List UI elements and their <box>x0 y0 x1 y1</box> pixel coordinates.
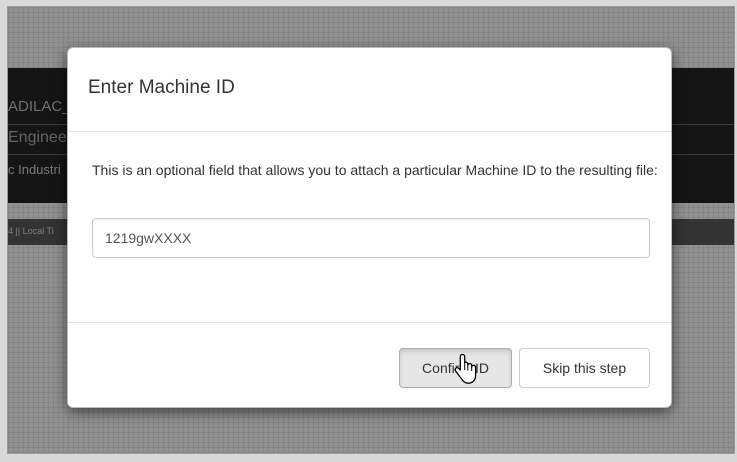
dialog-body: This is an optional field that allows yo… <box>68 132 671 322</box>
dialog-title: Enter Machine ID <box>88 77 235 98</box>
confirm-id-button[interactable]: Confirm ID <box>399 348 512 388</box>
dialog-description: This is an optional field that allows yo… <box>92 162 658 178</box>
enter-machine-id-dialog: Enter Machine ID This is an optional fie… <box>67 47 672 408</box>
dialog-footer: Confirm ID Skip this step <box>68 322 671 407</box>
dialog-header: Enter Machine ID <box>68 48 671 132</box>
machine-id-input[interactable] <box>92 218 650 258</box>
skip-step-button[interactable]: Skip this step <box>519 348 650 388</box>
